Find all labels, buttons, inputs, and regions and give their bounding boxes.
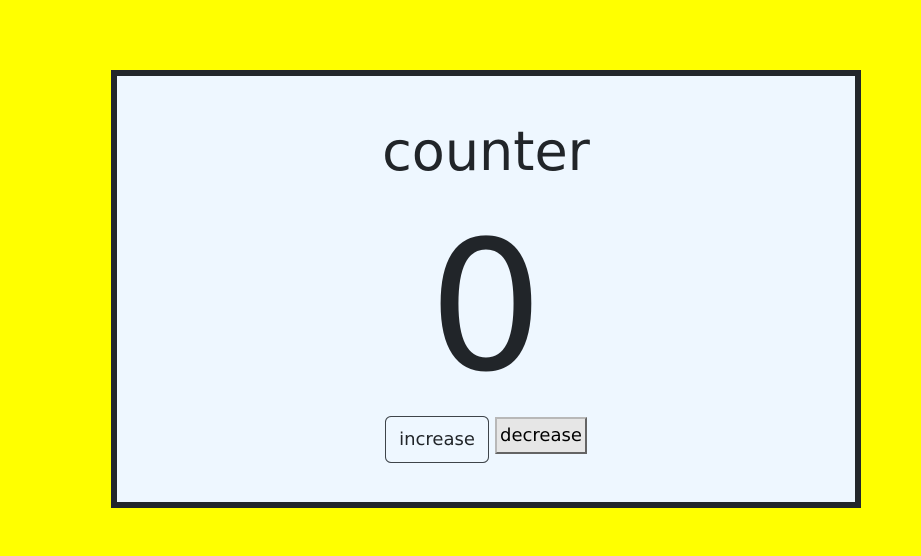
counter-title: counter — [382, 120, 590, 183]
decrease-button[interactable]: decrease — [495, 417, 587, 454]
increase-button[interactable]: increase — [385, 416, 489, 463]
counter-card: counter 0 increase decrease — [111, 70, 861, 508]
counter-value: 0 — [428, 203, 544, 412]
